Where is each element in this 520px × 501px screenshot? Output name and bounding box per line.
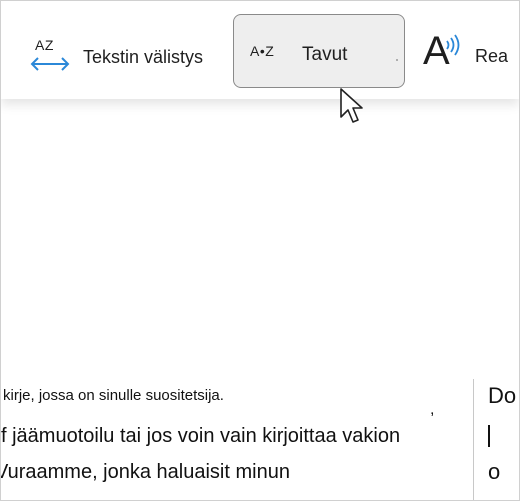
adjacent-page-text: Do [488, 383, 517, 408]
mouse-pointer-icon [340, 88, 363, 123]
document-line: f jäämuotoilu tai jos voin vain kirjoitt… [1, 425, 401, 447]
sound-waves-icon [446, 34, 460, 56]
button-edge-dot [396, 59, 398, 61]
double-arrow-icon [30, 57, 70, 71]
syllables-icon: A•Z [250, 43, 275, 59]
text-spacing-label: Tekstin välistys [83, 46, 204, 67]
text-spacing-icon-letters: AZ [35, 37, 54, 53]
immersive-reader-window: AZ Tekstin välistys A•Z Tavut A Rea kirj… [0, 0, 520, 501]
read-aloud-button[interactable]: A Rea [423, 29, 509, 75]
text-spacing-icon: AZ [29, 37, 71, 77]
document-line: Vuraamme, jonka haluaisit minun [0, 461, 290, 483]
read-aloud-label: Rea [475, 45, 509, 66]
text-spacing-button[interactable]: AZ Tekstin välistys [29, 37, 203, 77]
text-caret [488, 425, 490, 447]
read-aloud-icon: A [423, 29, 467, 75]
document-line: kirje, jossa on sinulle suositetsija. [3, 387, 224, 404]
adjacent-page-text: o [488, 459, 501, 484]
syllables-button[interactable]: A•Z Tavut [233, 14, 405, 88]
document-content: kirje, jossa on sinulle suositetsija. , … [1, 99, 519, 500]
syllables-label: Tavut [302, 44, 348, 65]
reader-toolbar: AZ Tekstin välistys A•Z Tavut A Rea [1, 1, 519, 99]
stray-mark: , [430, 401, 435, 418]
adjacent-page-preview: Do o [473, 379, 519, 500]
